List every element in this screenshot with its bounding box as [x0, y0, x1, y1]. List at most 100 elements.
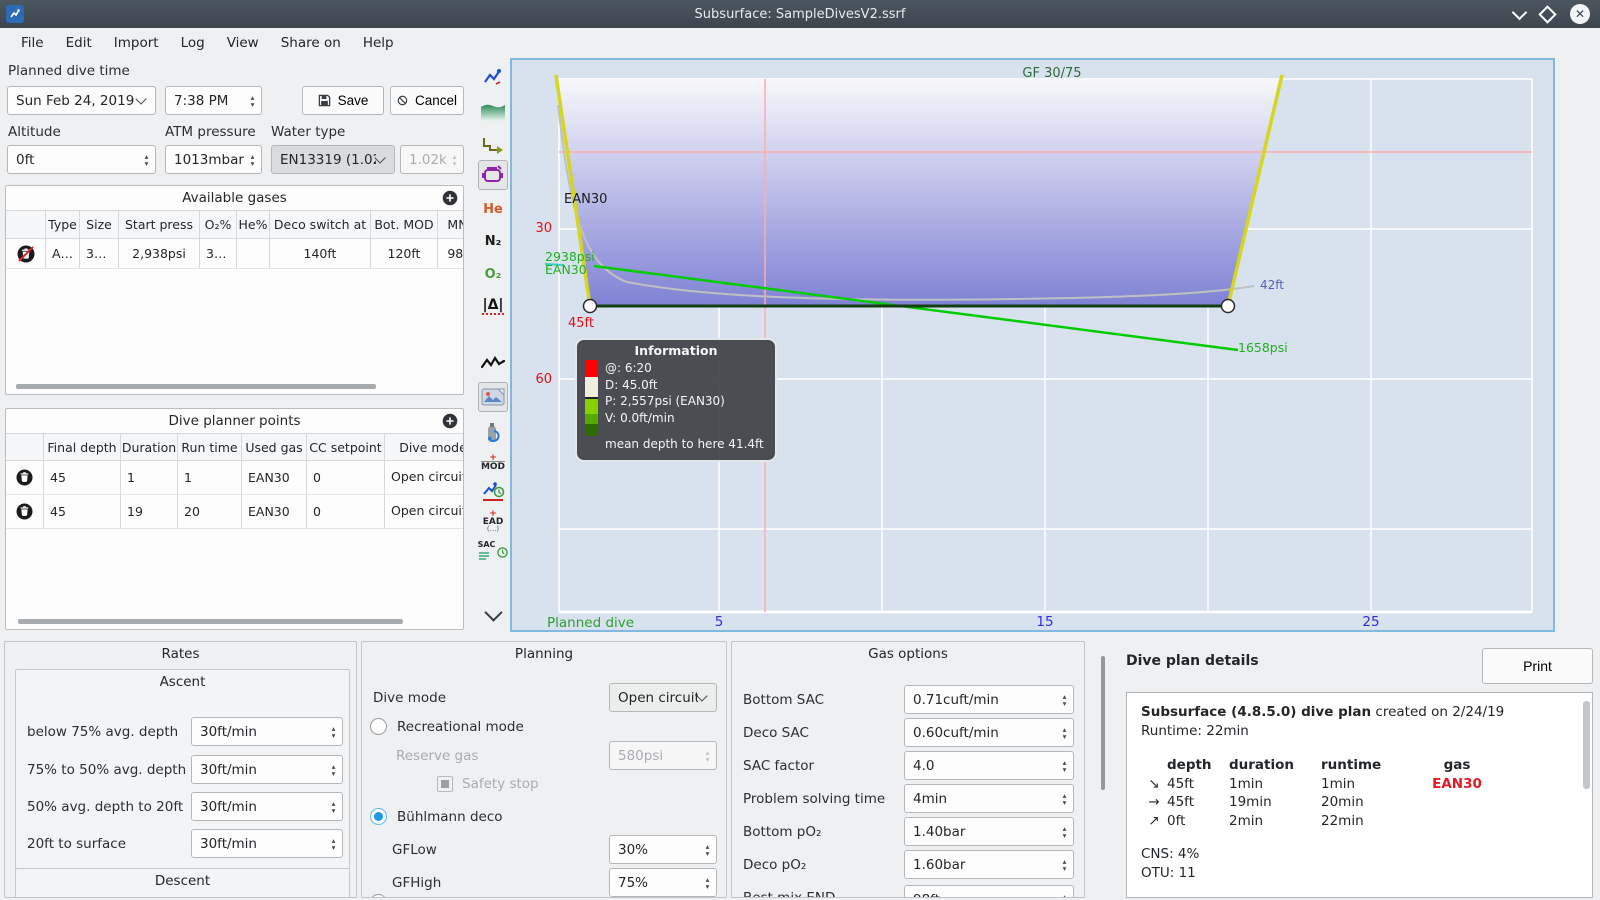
water-type-combobox[interactable]: EN13319 (1.02k [271, 145, 395, 174]
menu-help[interactable]: Help [352, 35, 405, 51]
minimize-icon[interactable] [1511, 4, 1528, 20]
gas-startpress-cell[interactable]: 2,938psi [119, 239, 200, 268]
dive-mode-combobox[interactable]: Open circuit [609, 683, 717, 712]
sac-factor-spinbox[interactable]: 4.0 ▴ ▾ [904, 751, 1074, 780]
add-gas-button[interactable] [442, 190, 458, 206]
dive-planner-points-panel: Dive planner points Final depth Duration… [5, 408, 464, 630]
menu-log[interactable]: Log [170, 35, 216, 51]
gas-he-cell[interactable] [237, 239, 270, 268]
dive-planner-points-title: Dive planner points [6, 409, 463, 433]
print-button[interactable]: Print [1482, 648, 1593, 684]
rate-label: 75% to 50% avg. depth [27, 762, 187, 778]
depth-tick-60: 60 [535, 372, 552, 387]
gas-size-cell[interactable]: 3… [80, 239, 119, 268]
radio-icon [370, 894, 387, 897]
rate-spinbox[interactable]: 30ft/min ▴ ▾ [191, 755, 343, 784]
maximize-icon[interactable] [1538, 4, 1557, 24]
vpmb-deco-radio[interactable]: VPM-B deco [370, 894, 477, 897]
date-combobox[interactable]: Sun Feb 24, 2019 [7, 86, 156, 115]
tank-bar-toggle-button[interactable] [478, 418, 508, 448]
point-ccsetpoint-cell[interactable]: 0 [307, 495, 385, 528]
atm-pressure-spinbox[interactable]: 1013mbar ▴ ▾ [165, 145, 262, 174]
toolbar-scroll-down-button[interactable] [478, 600, 508, 630]
gflow-label: GFLow [392, 842, 437, 858]
plan-table-row: ↘ 45ft 1min 1min EAN30 [1141, 775, 1578, 794]
rate-spinbox[interactable]: 30ft/min ▴ ▾ [191, 717, 343, 746]
delete-point-icon[interactable] [6, 495, 44, 528]
buhlmann-deco-radio[interactable]: Bühlmann deco [370, 808, 503, 825]
point-ccsetpoint-cell[interactable]: 0 [307, 461, 385, 494]
deco-sac-spinbox[interactable]: 0.60cuft/min ▴ ▾ [904, 718, 1074, 747]
photos-toggle-button[interactable] [478, 382, 508, 412]
ead-toggle-button[interactable]: + EAD (...) [478, 506, 508, 536]
helium-graph-button[interactable]: He [478, 194, 508, 224]
best-mix-end-spinbox[interactable]: 98ft ▴▾ [904, 885, 1074, 897]
sac-toggle-button[interactable]: SAC [478, 537, 509, 567]
problem-time-spinbox[interactable]: 4min ▴ ▾ [904, 784, 1074, 813]
rate-spinbox[interactable]: 30ft/min ▴ ▾ [191, 792, 343, 821]
menu-edit[interactable]: Edit [55, 35, 103, 51]
point-divemode-cell[interactable]: Open circuit [385, 495, 463, 528]
delete-gas-icon[interactable] [6, 239, 46, 268]
mod-toggle-button[interactable]: + MOD [478, 448, 508, 478]
point-gas-cell[interactable]: EAN30 [242, 461, 307, 494]
point-duration-cell[interactable]: 19 [121, 495, 178, 528]
point-gas-cell[interactable]: EAN30 [242, 495, 307, 528]
dive-profile-chart[interactable]: GF 30/75 30 60 5 15 25 EAN30 2938psi EAN… [510, 58, 1555, 632]
add-point-button[interactable] [442, 413, 458, 429]
point-depth-cell[interactable]: 45 [44, 461, 121, 494]
close-icon[interactable]: ✕ [1570, 4, 1590, 24]
gas-decoswitch-cell[interactable]: 140ft [270, 239, 371, 268]
tissue-saturation-bar [585, 360, 598, 436]
spin-arrows-icon: ▴▾ [705, 841, 710, 858]
mean-depth-toggle-button[interactable] [478, 97, 508, 127]
delete-point-icon[interactable] [6, 461, 44, 494]
profile-handle[interactable] [1220, 298, 1236, 314]
point-divemode-cell[interactable]: Open circuit [385, 461, 463, 494]
time-tick-15: 15 [1036, 614, 1053, 630]
bottom-po2-spinbox[interactable]: 1.40bar ▴ ▾ [904, 817, 1074, 846]
profile-handle[interactable] [582, 298, 598, 314]
points-hscrollbar[interactable] [18, 619, 403, 624]
time-spinbox[interactable]: 7:38 PM ▴ ▾ [165, 86, 262, 115]
heartrate-toggle-button[interactable] [478, 348, 508, 378]
menu-file[interactable]: File [10, 35, 55, 51]
altitude-spinbox[interactable]: 0ft ▴ ▾ [7, 145, 156, 174]
diver-profile-toggle-button[interactable] [478, 62, 508, 92]
menu-import[interactable]: Import [103, 35, 170, 51]
cancel-button[interactable]: Cancel [390, 86, 464, 115]
pressure-delta-button[interactable]: |Δ| [478, 291, 508, 321]
menu-view[interactable]: View [216, 35, 270, 51]
point-runtime-cell[interactable]: 20 [178, 495, 242, 528]
gases-hscrollbar[interactable] [16, 384, 376, 389]
point-row: 45 19 20 EAN30 0 Open circuit [6, 495, 463, 529]
point-duration-cell[interactable]: 1 [121, 461, 178, 494]
calculated-ceiling-toggle-button[interactable] [478, 130, 508, 160]
photos-icon [481, 388, 505, 406]
deco-time-toggle-button[interactable] [478, 476, 508, 506]
runner-clock-icon [483, 482, 505, 501]
nitrogen-graph-button[interactable]: N₂ [478, 226, 508, 256]
available-gases-panel: Available gases Type Size Start press O₂… [5, 185, 464, 395]
bottom-sac-spinbox[interactable]: 0.71cuft/min ▴ ▾ [904, 685, 1074, 714]
gas-type-cell[interactable]: A… [46, 239, 80, 268]
rate-spinbox[interactable]: 30ft/min ▴ ▾ [191, 829, 343, 858]
gas-botmod-cell[interactable]: 120ft [371, 239, 438, 268]
save-button[interactable]: Save [302, 86, 384, 115]
spin-arrows-icon: ▴▾ [331, 761, 336, 778]
gas-mnd-cell[interactable]: 98f [438, 239, 463, 268]
setpoint-toggle-button[interactable] [478, 160, 508, 190]
tooltip-time: @: 6:20 [605, 361, 652, 375]
planned-dive-time-label: Planned dive time [8, 63, 130, 79]
plan-text-vscrollbar[interactable] [1583, 701, 1590, 789]
oxygen-graph-button[interactable]: O₂ [478, 259, 508, 289]
deco-po2-spinbox[interactable]: 1.60bar ▴ ▾ [904, 850, 1074, 879]
menu-share-on[interactable]: Share on [270, 35, 352, 51]
point-depth-cell[interactable]: 45 [44, 495, 121, 528]
gas-o2-cell[interactable]: 3… [200, 239, 237, 268]
gflow-spinbox[interactable]: 30% ▴ ▾ [609, 835, 717, 864]
point-runtime-cell[interactable]: 1 [178, 461, 242, 494]
recreational-mode-radio[interactable]: Recreational mode [370, 718, 524, 735]
heartbeat-zigzag-icon [481, 356, 505, 369]
gfhigh-spinbox[interactable]: 75% ▴ ▾ [609, 868, 717, 897]
